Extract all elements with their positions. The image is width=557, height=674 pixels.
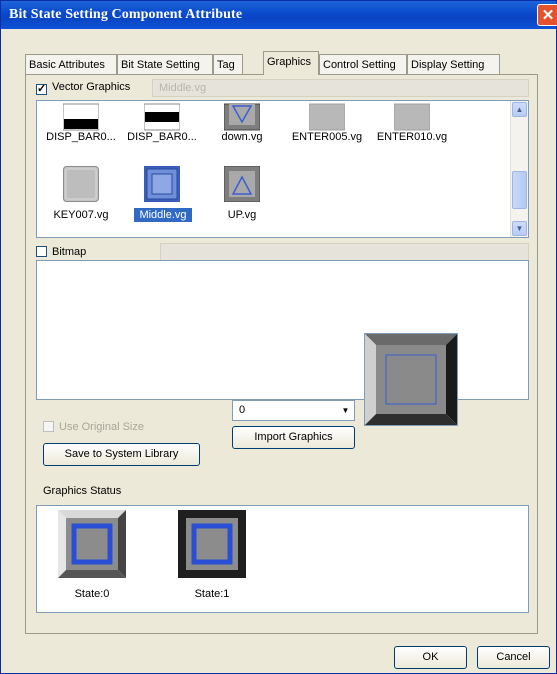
state-1-label: State:1 <box>194 588 230 600</box>
import-graphics-label: Import Graphics <box>254 431 333 443</box>
enter-thumb-icon <box>309 103 345 131</box>
tab-label: Display Setting <box>411 59 485 71</box>
graphic-preview <box>364 333 458 426</box>
gallery-item-label: UP.vg <box>227 209 257 221</box>
close-button[interactable]: ✕ <box>537 4 557 26</box>
gallery-item[interactable]: ENTER010.vg <box>370 101 454 151</box>
save-to-system-library-button[interactable]: Save to System Library <box>43 443 200 466</box>
chevron-down-icon[interactable]: ▼ <box>337 401 354 420</box>
state-select[interactable]: 0 ▼ <box>232 400 355 421</box>
cancel-label: Cancel <box>496 651 531 663</box>
bitmap-label: Bitmap <box>52 246 87 258</box>
tab-label: Graphics <box>267 56 312 68</box>
middle-graphic-preview-icon <box>365 334 457 425</box>
scroll-thumb[interactable] <box>512 171 527 209</box>
gallery-item[interactable]: ENTER005.vg <box>285 101 369 151</box>
vector-file-name: Middle.vg <box>159 82 207 94</box>
tab-tag[interactable]: Tag <box>213 54 243 74</box>
gallery-item-label: ENTER010.vg <box>376 131 448 143</box>
vector-graphics-gallery[interactable]: DISP_BAR0... DISP_BAR0... down.vg ENTER0… <box>36 100 529 238</box>
tab-label: Tag <box>217 59 235 71</box>
enter-thumb-icon <box>394 103 430 131</box>
graphics-status-label: Graphics Status <box>43 485 122 497</box>
middle-thumb-icon <box>144 166 180 202</box>
window-title: Bit State Setting Component Attribute <box>9 7 243 22</box>
gallery-item-selected[interactable]: Middle.vg <box>123 166 201 232</box>
gallery-scrollbar[interactable]: ▲ ▼ <box>510 101 528 237</box>
tab-display-setting[interactable]: Display Setting <box>407 54 500 74</box>
tab-graphics[interactable]: Graphics <box>263 51 319 75</box>
scroll-up-button[interactable]: ▲ <box>512 102 527 117</box>
tab-label: Control Setting <box>323 59 396 71</box>
down-arrow-thumb-icon <box>224 103 260 131</box>
ok-label: OK <box>422 651 439 663</box>
state-0-label: State:0 <box>74 588 110 600</box>
use-original-size-option: Use Original Size <box>43 421 144 433</box>
title-bar[interactable]: Bit State Setting Component Attribute ✕ <box>1 1 557 29</box>
dialog-window: Bit State Setting Component Attribute ✕ … <box>0 0 557 674</box>
vector-graphics-checkbox[interactable]: ✓ <box>36 84 47 95</box>
scroll-down-button[interactable]: ▼ <box>512 221 527 236</box>
tab-bit-state-setting[interactable]: Bit State Setting <box>117 54 213 74</box>
disp-bar-thumb-icon <box>63 103 99 131</box>
disp-bar-thumb-icon <box>144 103 180 131</box>
gallery-item[interactable]: down.vg <box>207 101 277 151</box>
gallery-item-label: ENTER005.vg <box>291 131 363 143</box>
ok-button[interactable]: OK <box>394 646 467 669</box>
cancel-button[interactable]: Cancel <box>477 646 550 669</box>
vector-graphics-option[interactable]: ✓ Vector Graphics <box>36 81 130 95</box>
close-icon: ✕ <box>541 7 555 24</box>
gallery-item-label: DISP_BAR0... <box>127 131 197 143</box>
vector-file-name-field: Middle.vg <box>152 79 529 97</box>
state-select-value: 0 <box>239 404 246 416</box>
use-original-size-label: Use Original Size <box>59 421 144 433</box>
tab-label: Bit State Setting <box>121 59 200 71</box>
gallery-item-label: KEY007.vg <box>53 209 109 221</box>
gallery-item[interactable]: KEY007.vg <box>42 166 120 232</box>
state-0-graphic-icon <box>58 510 126 578</box>
gallery-item[interactable]: UP.vg <box>207 166 277 232</box>
gallery-item-label: down.vg <box>221 131 263 143</box>
bitmap-checkbox[interactable] <box>36 246 47 257</box>
gallery-item[interactable]: DISP_BAR0... <box>42 101 120 151</box>
tab-control-setting[interactable]: Control Setting <box>319 54 407 74</box>
save-to-system-library-label: Save to System Library <box>64 448 179 460</box>
tab-label: Basic Attributes <box>29 59 105 71</box>
bitmap-option[interactable]: Bitmap <box>36 246 86 258</box>
graphics-tab-panel: ✓ Vector Graphics Middle.vg DISP_BAR0... … <box>25 74 538 634</box>
up-arrow-thumb-icon <box>224 166 260 202</box>
state-item-1[interactable]: State:1 <box>177 510 247 605</box>
gallery-item-label: DISP_BAR0... <box>46 131 116 143</box>
use-original-size-checkbox <box>43 421 54 432</box>
key-thumb-icon <box>63 166 99 202</box>
gallery-item-label: Middle.vg <box>134 208 192 222</box>
gallery-item[interactable]: DISP_BAR0... <box>123 101 201 151</box>
import-graphics-button[interactable]: Import Graphics <box>232 426 355 449</box>
state-item-0[interactable]: State:0 <box>57 510 127 605</box>
checkmark-icon: ✓ <box>37 83 47 95</box>
graphics-status-panel: State:0 State:1 <box>36 505 529 613</box>
vector-graphics-label: Vector Graphics <box>52 81 131 93</box>
tab-basic-attributes[interactable]: Basic Attributes <box>25 54 117 74</box>
state-1-graphic-icon <box>178 510 246 578</box>
